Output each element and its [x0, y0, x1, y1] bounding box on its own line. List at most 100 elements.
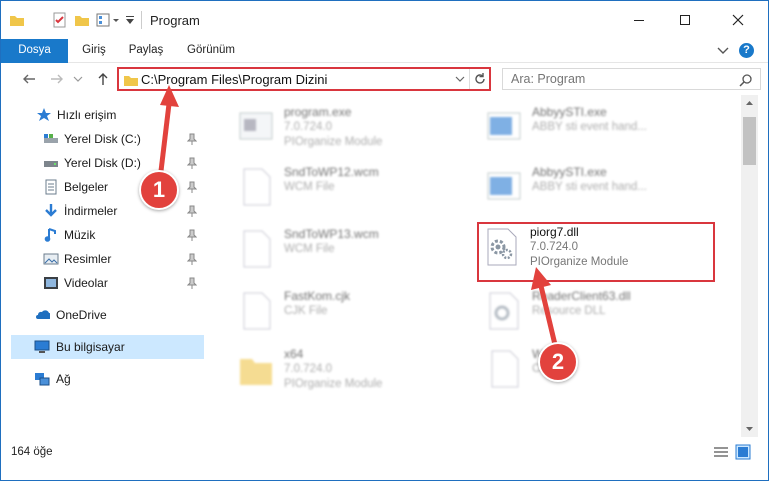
sidebar-item-label: İndirmeler	[64, 204, 118, 218]
chevron-down-icon[interactable]	[455, 75, 465, 83]
up-button[interactable]	[93, 69, 113, 89]
file-item[interactable]: FastKom.cjk CJK File	[236, 287, 466, 341]
large-icons-view-icon[interactable]	[735, 444, 751, 460]
file-item[interactable]: AbbyySTI.exe ABBY sti event hand...	[484, 163, 714, 217]
sidebar-item-label: Videolar	[64, 276, 108, 290]
pin-icon[interactable]	[187, 229, 197, 241]
new-folder-icon[interactable]	[74, 12, 90, 28]
sidebar-item-quick-access[interactable]: Hızlı erişim	[1, 103, 204, 127]
file-name: AbbyySTI.exe	[532, 105, 607, 119]
ribbon: Dosya Giriş Paylaş Görünüm ?	[1, 39, 768, 63]
dll-gear-icon	[489, 292, 519, 330]
maximize-button[interactable]	[662, 1, 708, 39]
properties-icon[interactable]	[52, 12, 68, 28]
file-item[interactable]: AbbyySTI.exe ABBY sti event hand...	[484, 103, 714, 157]
file-version: CJK File	[284, 305, 328, 317]
file-item[interactable]: ReaderClient63.dll Resource DLL	[484, 287, 714, 341]
scroll-up-icon[interactable]	[745, 100, 754, 106]
scroll-thumb[interactable]	[743, 117, 756, 165]
search-box[interactable]	[502, 68, 761, 90]
sidebar-item-label: Yerel Disk (D:)	[64, 156, 141, 170]
computer-icon	[34, 340, 50, 353]
file-version: 7.0.724.0	[284, 363, 332, 375]
file-icon	[243, 230, 271, 268]
item-count: 164 öğe	[11, 446, 53, 458]
exe-icon	[487, 172, 521, 200]
minimize-button[interactable]	[616, 1, 662, 39]
file-name: FastKom.cjk	[284, 289, 351, 303]
pin-icon[interactable]	[187, 157, 197, 169]
file-item[interactable]: SndToWP13.wcm WCM File	[236, 225, 466, 279]
back-button[interactable]	[19, 69, 39, 89]
file-version: Resource DLL	[532, 305, 606, 317]
tab-file[interactable]: Dosya	[1, 39, 68, 63]
help-icon[interactable]: ?	[739, 43, 754, 58]
sidebar-item-onedrive[interactable]: OneDrive	[1, 303, 204, 327]
sidebar-item-music[interactable]: Müzik	[1, 223, 204, 247]
search-icon[interactable]	[739, 73, 753, 87]
tab-share[interactable]: Paylaş	[121, 39, 171, 63]
address-path[interactable]: C:\Program Files\Program Dizini	[141, 72, 327, 87]
step-2-badge: 2	[538, 342, 578, 382]
view-options-icon[interactable]	[96, 12, 120, 28]
pin-icon[interactable]	[187, 205, 197, 217]
folder-icon	[124, 76, 138, 86]
file-icon	[491, 350, 519, 388]
music-icon	[44, 228, 56, 242]
tab-home[interactable]: Giriş	[71, 39, 117, 63]
sidebar-item-label: Resimler	[64, 252, 112, 266]
file-item[interactable]: program.exe 7.0.724.0 PIOrganize Module	[236, 103, 466, 157]
customize-toolbar-icon[interactable]	[124, 12, 136, 28]
file-version: WCM File	[284, 181, 335, 193]
exe-icon	[239, 112, 273, 140]
sidebar-item-pictures[interactable]: Resimler	[1, 247, 204, 271]
recent-locations-button[interactable]	[72, 69, 84, 89]
file-name: ReaderClient63.dll	[532, 289, 631, 303]
refresh-icon[interactable]	[473, 72, 487, 86]
sidebar-item-local-disk-c[interactable]: Yerel Disk (C:)	[1, 127, 204, 151]
exe-icon	[487, 112, 521, 140]
pin-icon[interactable]	[187, 133, 197, 145]
tab-view[interactable]: Görünüm	[179, 39, 243, 63]
drive-icon	[44, 161, 58, 167]
file-name: program.exe	[284, 105, 352, 119]
file-item[interactable]: SndToWP12.wcm WCM File	[236, 163, 466, 217]
file-name: SndToWP13.wcm	[284, 227, 379, 241]
search-input[interactable]	[511, 72, 731, 86]
file-name: SndToWP12.wcm	[284, 165, 379, 179]
sidebar-item-label: Yerel Disk (C:)	[64, 132, 141, 146]
pin-icon[interactable]	[187, 253, 197, 265]
pin-icon[interactable]	[187, 277, 197, 289]
file-item[interactable]: W... C...	[484, 345, 714, 399]
sidebar-item-network[interactable]: Ağ	[1, 367, 204, 391]
chevron-down-icon	[73, 76, 83, 82]
network-icon	[35, 373, 50, 386]
expand-ribbon-icon[interactable]	[717, 46, 729, 56]
address-bar[interactable]: C:\Program Files\Program Dizini	[117, 67, 491, 91]
navigation-bar: C:\Program Files\Program Dizini	[1, 63, 768, 95]
folder-icon	[240, 359, 272, 385]
sidebar-item-label: Müzik	[64, 228, 96, 242]
file-item[interactable]: x64 7.0.724.0 PIOrganize Module	[236, 345, 466, 399]
file-version: ABBY sti event hand...	[532, 121, 647, 133]
details-view-icon[interactable]	[713, 446, 729, 460]
sidebar-item-videos[interactable]: Videolar	[1, 271, 204, 295]
cloud-icon	[36, 310, 50, 319]
pin-icon[interactable]	[187, 181, 197, 193]
sidebar-item-this-pc[interactable]: Bu bilgisayar	[11, 335, 204, 359]
sidebar-item-local-disk-d[interactable]: Yerel Disk (D:)	[1, 151, 204, 175]
file-icon	[243, 292, 271, 330]
file-name: AbbyySTI.exe	[532, 165, 607, 179]
documents-icon	[45, 179, 57, 195]
maximize-icon	[680, 15, 690, 25]
navigation-pane: Hızlı erişim Yerel Disk (C:) Yerel Disk …	[1, 95, 206, 437]
vertical-scrollbar[interactable]	[741, 95, 758, 437]
explorer-window: Program Dosya Giriş Paylaş Görünüm ? C:\…	[0, 0, 769, 481]
forward-button[interactable]	[47, 69, 67, 89]
close-button[interactable]	[708, 1, 768, 39]
file-description: PIOrganize Module	[284, 378, 383, 390]
sidebar-item-label: Bu bilgisayar	[56, 340, 125, 354]
sidebar-item-label: Belgeler	[64, 180, 109, 194]
scroll-down-icon[interactable]	[745, 426, 754, 432]
download-icon	[45, 204, 57, 217]
